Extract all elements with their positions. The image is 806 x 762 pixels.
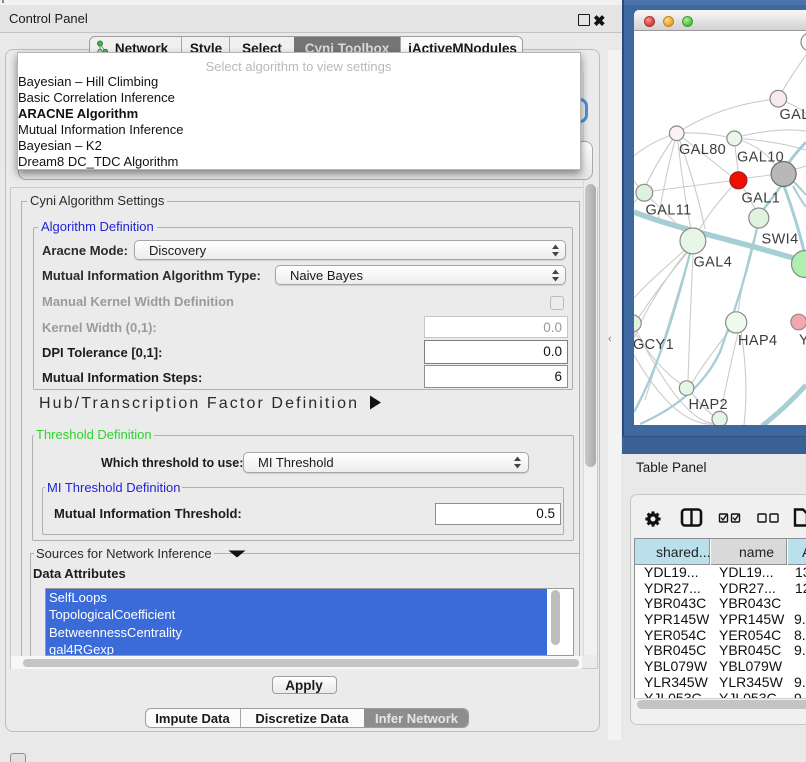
svg-text:GAL11: GAL11 (646, 203, 692, 219)
svg-text:GAL10: GAL10 (737, 150, 784, 166)
svg-text:GCY1: GCY1 (634, 337, 674, 353)
svg-text:SWI4: SWI4 (762, 232, 799, 248)
svg-text:HAP2: HAP2 (689, 397, 728, 413)
svg-text:HAP4: HAP4 (738, 333, 777, 349)
svg-text:GAL1: GAL1 (742, 191, 781, 207)
svg-text:GAL80: GAL80 (679, 142, 726, 158)
svg-text:Y: Y (799, 333, 806, 349)
svg-text:GAL: GAL (780, 107, 806, 123)
svg-text:GAL4: GAL4 (694, 255, 733, 271)
